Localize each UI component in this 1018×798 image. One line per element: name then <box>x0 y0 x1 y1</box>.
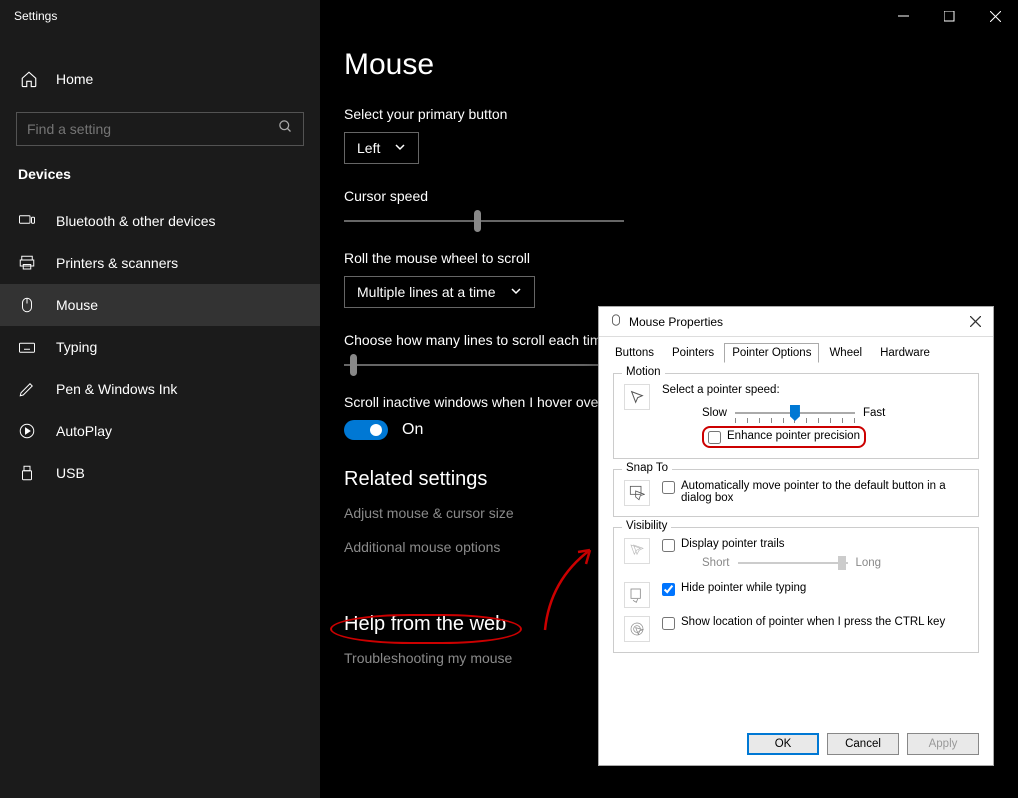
group-title: Snap To <box>622 462 672 474</box>
sidebar-item-typing[interactable]: Typing <box>0 326 320 368</box>
speed-label: Select a pointer speed: <box>662 384 968 396</box>
group-motion: Motion Select a pointer speed: Slow Fast <box>613 373 979 459</box>
snap-icon <box>624 480 650 506</box>
app-title: Settings <box>0 0 320 32</box>
printer-icon <box>18 254 36 272</box>
link-text: Additional mouse options <box>344 539 500 555</box>
ctrl-checkbox[interactable] <box>662 617 675 630</box>
pen-icon <box>18 380 36 398</box>
dialog-title: Mouse Properties <box>629 315 723 329</box>
dialog-tabs: Buttons Pointers Pointer Options Wheel H… <box>599 337 993 363</box>
slider-thumb[interactable] <box>474 210 481 232</box>
cancel-button[interactable]: Cancel <box>827 733 899 755</box>
group-title: Visibility <box>622 520 671 532</box>
maximize-button[interactable] <box>926 0 972 32</box>
trails-slider <box>738 556 848 570</box>
trails-checkbox[interactable] <box>662 539 675 552</box>
sidebar-item-autoplay[interactable]: AutoPlay <box>0 410 320 452</box>
toggle-knob <box>370 424 382 436</box>
nav-label: Typing <box>56 339 97 355</box>
chevron-down-icon <box>394 140 406 156</box>
group-title: Motion <box>622 366 665 378</box>
nav-label: Mouse <box>56 297 98 313</box>
nav-label: Printers & scanners <box>56 255 178 271</box>
keyboard-icon <box>18 338 36 356</box>
nav-label: AutoPlay <box>56 423 112 439</box>
usb-icon <box>18 464 36 482</box>
mouse-properties-dialog: Mouse Properties Buttons Pointers Pointe… <box>598 306 994 766</box>
ctrl-icon <box>624 616 650 642</box>
ok-button[interactable]: OK <box>747 733 819 755</box>
lines-slider[interactable] <box>344 364 624 366</box>
sidebar-item-printers[interactable]: Printers & scanners <box>0 242 320 284</box>
dialog-close-button[interactable] <box>965 312 985 332</box>
slow-label: Slow <box>702 407 727 419</box>
link-additional-mouse-options[interactable]: Additional mouse options <box>344 539 500 555</box>
snap-checkbox[interactable] <box>662 481 675 494</box>
nav-label: Bluetooth & other devices <box>56 213 216 229</box>
mouse-icon <box>609 313 623 330</box>
sidebar-item-usb[interactable]: USB <box>0 452 320 494</box>
nav-label: Pen & Windows Ink <box>56 381 177 397</box>
tab-pointer-options[interactable]: Pointer Options <box>724 343 819 363</box>
enhance-label: Enhance pointer precision <box>727 430 860 442</box>
minimize-button[interactable] <box>880 0 926 32</box>
primary-button-label: Select your primary button <box>344 106 994 122</box>
tab-hardware[interactable]: Hardware <box>872 343 938 363</box>
sidebar-item-bluetooth[interactable]: Bluetooth & other devices <box>0 200 320 242</box>
tab-buttons[interactable]: Buttons <box>607 343 662 363</box>
group-visibility: Visibility Display pointer trails Short <box>613 527 979 653</box>
search-box[interactable] <box>16 112 304 146</box>
inactive-toggle[interactable] <box>344 420 388 440</box>
home-icon <box>20 70 38 88</box>
home-label: Home <box>56 71 93 87</box>
cursor-speed-label: Cursor speed <box>344 188 994 204</box>
sidebar-home[interactable]: Home <box>0 60 320 98</box>
autoplay-icon <box>18 422 36 440</box>
wheel-label: Roll the mouse wheel to scroll <box>344 250 994 266</box>
search-icon <box>278 119 293 139</box>
short-label: Short <box>702 557 730 569</box>
primary-button-dropdown[interactable]: Left <box>344 132 419 164</box>
slider-thumb[interactable] <box>350 354 357 376</box>
hide-checkbox[interactable] <box>662 583 675 596</box>
hide-icon <box>624 582 650 608</box>
chevron-down-icon <box>510 284 522 300</box>
toggle-state: On <box>402 421 423 439</box>
dropdown-value: Left <box>357 140 380 156</box>
search-input[interactable] <box>27 121 257 137</box>
trails-label: Display pointer trails <box>681 538 785 550</box>
tab-wheel[interactable]: Wheel <box>821 343 870 363</box>
trails-icon <box>624 538 650 564</box>
page-title: Mouse <box>344 48 994 82</box>
apply-button[interactable]: Apply <box>907 733 979 755</box>
long-label: Long <box>856 557 882 569</box>
ctrl-label: Show location of pointer when I press th… <box>681 616 945 628</box>
sidebar-section: Devices <box>0 166 320 182</box>
group-snap: Snap To Automatically move pointer to th… <box>613 469 979 517</box>
close-button[interactable] <box>972 0 1018 32</box>
pointer-speed-slider[interactable] <box>735 404 855 422</box>
tab-pointers[interactable]: Pointers <box>664 343 722 363</box>
sidebar-item-pen[interactable]: Pen & Windows Ink <box>0 368 320 410</box>
hide-label: Hide pointer while typing <box>681 582 806 594</box>
nav-label: USB <box>56 465 85 481</box>
mouse-icon <box>18 296 36 314</box>
dropdown-value: Multiple lines at a time <box>357 284 496 300</box>
wheel-dropdown[interactable]: Multiple lines at a time <box>344 276 535 308</box>
sidebar-item-mouse[interactable]: Mouse <box>0 284 320 326</box>
snap-label: Automatically move pointer to the defaul… <box>681 480 968 504</box>
pointer-speed-icon <box>624 384 650 410</box>
cursor-speed-slider[interactable] <box>344 220 624 222</box>
fast-label: Fast <box>863 407 885 419</box>
devices-icon <box>18 212 36 230</box>
enhance-precision-checkbox[interactable] <box>708 431 721 444</box>
